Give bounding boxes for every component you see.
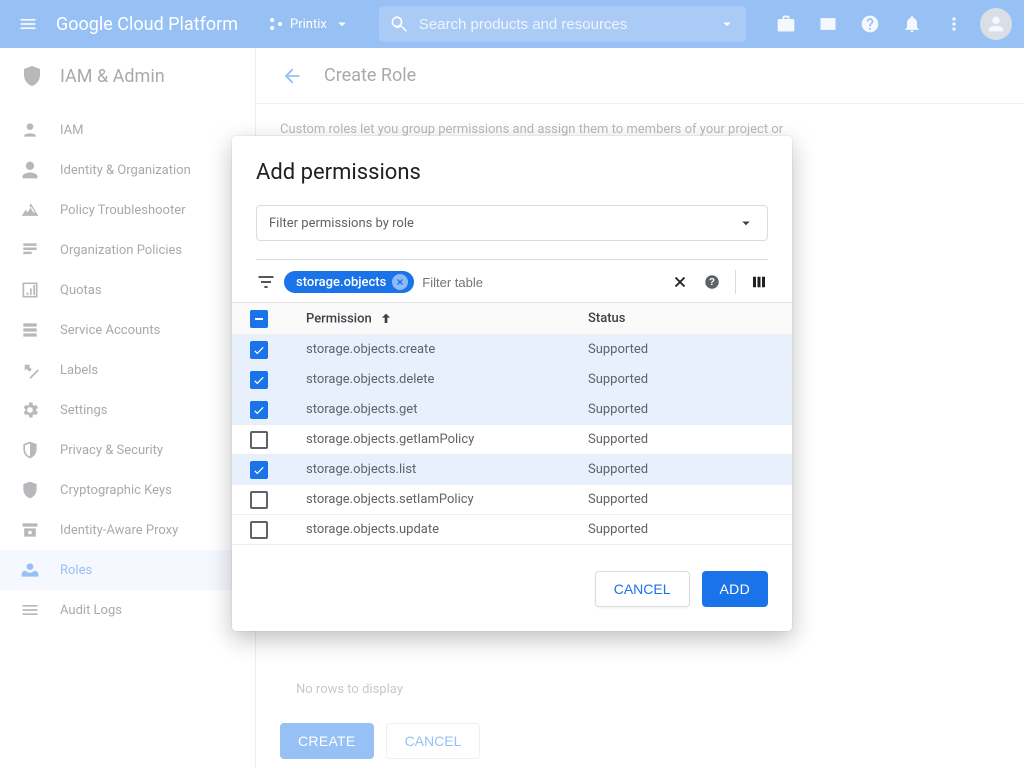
permission-cell: storage.objects.update bbox=[306, 522, 588, 537]
row-checkbox[interactable] bbox=[250, 521, 268, 539]
status-cell: Supported bbox=[588, 462, 768, 477]
table-header-row: Permission Status bbox=[232, 303, 792, 335]
permission-cell: storage.objects.list bbox=[306, 462, 588, 477]
permission-cell: storage.objects.create bbox=[306, 342, 588, 357]
permission-cell: storage.objects.getIamPolicy bbox=[306, 432, 588, 447]
col-status[interactable]: Status bbox=[588, 311, 768, 326]
chip-label: storage.objects bbox=[296, 275, 386, 290]
table-filter-input[interactable] bbox=[422, 275, 663, 290]
status-cell: Supported bbox=[588, 432, 768, 447]
columns-icon[interactable] bbox=[750, 273, 768, 291]
permissions-table: Permission Status storage.objects.create… bbox=[232, 302, 792, 545]
add-permissions-dialog: Add permissions Filter permissions by ro… bbox=[232, 136, 792, 631]
filter-chip[interactable]: storage.objects bbox=[284, 271, 414, 293]
table-row: storage.objects.listSupported bbox=[232, 455, 792, 485]
status-cell: Supported bbox=[588, 522, 768, 537]
dialog-actions: CANCEL ADD bbox=[232, 545, 792, 623]
sort-asc-icon bbox=[378, 311, 394, 327]
permission-cell: storage.objects.delete bbox=[306, 372, 588, 387]
table-row: storage.objects.updateSupported bbox=[232, 515, 792, 545]
col-permission[interactable]: Permission bbox=[306, 311, 588, 327]
filter-icon[interactable] bbox=[256, 272, 276, 292]
filter-role-placeholder: Filter permissions by role bbox=[269, 216, 414, 231]
row-checkbox[interactable] bbox=[250, 491, 268, 509]
permission-cell: storage.objects.setIamPolicy bbox=[306, 492, 588, 507]
filter-by-role-dropdown[interactable]: Filter permissions by role bbox=[256, 205, 768, 241]
table-filter-row: storage.objects ? bbox=[232, 260, 792, 302]
dropdown-icon bbox=[737, 214, 755, 232]
status-cell: Supported bbox=[588, 342, 768, 357]
table-row: storage.objects.setIamPolicySupported bbox=[232, 485, 792, 515]
table-row: storage.objects.getSupported bbox=[232, 395, 792, 425]
row-checkbox[interactable] bbox=[250, 461, 268, 479]
row-checkbox[interactable] bbox=[250, 431, 268, 449]
table-row: storage.objects.createSupported bbox=[232, 335, 792, 365]
dialog-add-button[interactable]: ADD bbox=[702, 571, 768, 607]
separator bbox=[735, 270, 736, 294]
row-checkbox[interactable] bbox=[250, 341, 268, 359]
chip-remove-icon[interactable] bbox=[392, 274, 408, 290]
row-checkbox[interactable] bbox=[250, 371, 268, 389]
status-cell: Supported bbox=[588, 402, 768, 417]
dialog-cancel-button[interactable]: CANCEL bbox=[595, 571, 690, 607]
table-row: storage.objects.deleteSupported bbox=[232, 365, 792, 395]
dialog-title: Add permissions bbox=[232, 136, 792, 197]
svg-text:?: ? bbox=[709, 277, 715, 288]
table-row: storage.objects.getIamPolicySupported bbox=[232, 425, 792, 455]
status-cell: Supported bbox=[588, 492, 768, 507]
clear-filter-icon[interactable] bbox=[671, 273, 689, 291]
select-all-checkbox[interactable] bbox=[250, 310, 268, 328]
row-checkbox[interactable] bbox=[250, 401, 268, 419]
status-cell: Supported bbox=[588, 372, 768, 387]
permission-cell: storage.objects.get bbox=[306, 402, 588, 417]
help-icon[interactable]: ? bbox=[703, 273, 721, 291]
